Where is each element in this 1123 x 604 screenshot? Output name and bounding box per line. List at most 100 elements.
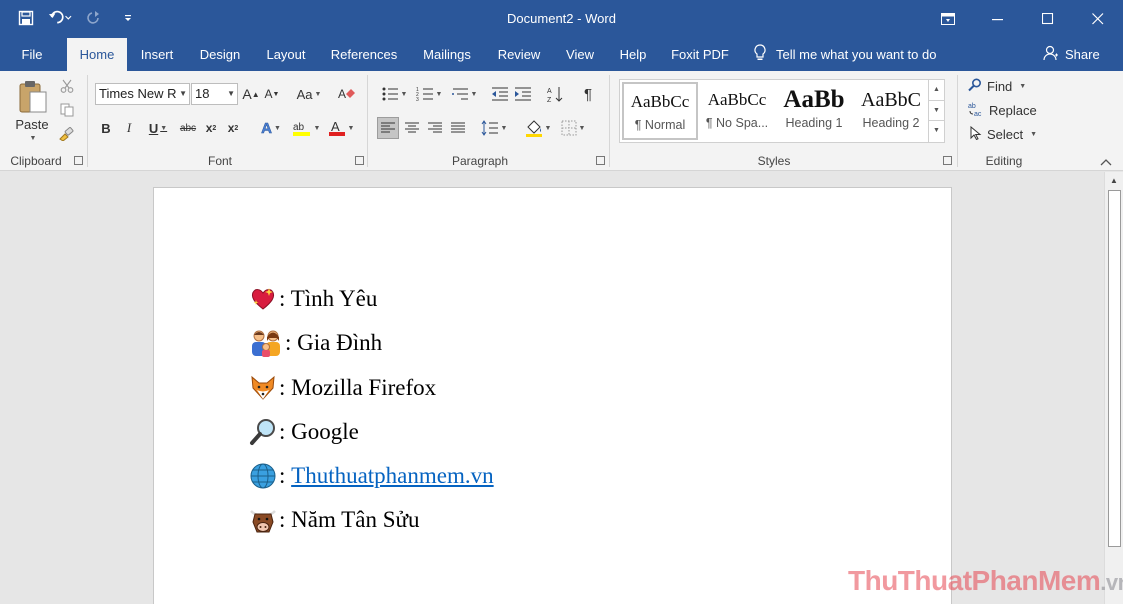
font-size-value: 18 — [195, 86, 210, 101]
find-icon — [968, 77, 982, 95]
gallery-scroll-up-icon[interactable]: ▲ — [929, 80, 944, 101]
share-label: Share — [1065, 47, 1100, 62]
paste-icon[interactable] — [12, 77, 52, 117]
gallery-scroll-down-icon[interactable]: ▼ — [929, 101, 944, 122]
line-separator: : — [279, 463, 292, 488]
svg-text:ac: ac — [974, 111, 982, 116]
family-emoji — [249, 329, 283, 357]
document-page[interactable]: : Tình Yêu : Gia Đình : Mozilla Firefox … — [153, 187, 952, 604]
tab-view[interactable]: View — [558, 38, 602, 71]
style-heading-1[interactable]: AaBb Heading 1 — [776, 82, 852, 140]
vertical-scrollbar[interactable]: ▲ — [1104, 172, 1123, 604]
fox-face-emoji — [249, 374, 277, 402]
tab-file[interactable]: File — [10, 38, 54, 71]
tab-help[interactable]: Help — [612, 38, 654, 71]
borders-icon[interactable]: ▼ — [557, 117, 589, 139]
style-no-spacing-sample: AaBbCc — [707, 90, 767, 109]
cut-icon[interactable] — [57, 77, 77, 95]
clipboard-dialog-launcher-icon[interactable] — [74, 156, 83, 165]
change-case-icon[interactable]: Aa ▼ — [294, 83, 324, 105]
strikethrough-icon[interactable]: abc — [178, 117, 198, 139]
tab-insert[interactable]: Insert — [131, 38, 183, 71]
font-size-combo[interactable]: 18 ▼ — [191, 83, 238, 105]
close-icon[interactable] — [1073, 0, 1123, 38]
ox-face-emoji — [249, 506, 277, 534]
font-group-label: Font — [207, 154, 232, 168]
text-effects-icon[interactable]: A ▼ — [256, 117, 286, 139]
collapse-ribbon-icon[interactable] — [1097, 155, 1115, 169]
group-separator — [87, 75, 88, 167]
ribbon-display-options-icon[interactable] — [923, 0, 973, 38]
maximize-icon[interactable] — [1023, 0, 1073, 38]
scroll-up-icon[interactable]: ▲ — [1105, 172, 1123, 189]
scrollbar-thumb[interactable] — [1108, 190, 1121, 547]
gallery-more-icon[interactable]: ▼ — [929, 121, 944, 142]
align-right-icon[interactable] — [424, 117, 446, 139]
magnifying-glass-emoji — [249, 418, 277, 446]
find-button[interactable]: Find ▼ — [968, 77, 1034, 95]
line-spacing-icon[interactable]: ▼ — [478, 117, 510, 139]
show-formatting-marks-icon[interactable]: ¶ — [578, 83, 598, 105]
font-name-dropdown-icon[interactable]: ▼ — [179, 84, 187, 104]
clipboard-group-label: Clipboard — [10, 154, 62, 168]
line-text: Năm Tân Sửu — [285, 507, 420, 532]
sort-icon[interactable]: AZ — [545, 83, 567, 105]
document-line: : Google — [249, 417, 359, 447]
increase-indent-icon[interactable] — [513, 83, 533, 105]
paragraph-dialog-launcher-icon[interactable] — [596, 156, 605, 165]
italic-icon[interactable]: I — [120, 117, 138, 139]
tab-home[interactable]: Home — [67, 38, 127, 71]
watermark: ThuThuatPhanMem.vn — [848, 565, 1123, 597]
paste-dropdown-icon[interactable]: ▼ — [26, 133, 38, 143]
tell-me-box[interactable]: Tell me what you want to do — [754, 38, 936, 71]
text-highlight-color-icon[interactable]: ab ▼ — [290, 117, 322, 139]
svg-text:A: A — [547, 88, 552, 95]
align-center-icon[interactable] — [401, 117, 423, 139]
tab-layout[interactable]: Layout — [258, 38, 314, 71]
tab-review[interactable]: Review — [491, 38, 547, 71]
style-heading-2[interactable]: AaBbC Heading 2 — [853, 82, 929, 140]
select-button[interactable]: Select ▼ — [970, 125, 1040, 143]
font-name-combo[interactable]: Times New R ▼ — [95, 83, 190, 105]
font-size-dropdown-icon[interactable]: ▼ — [227, 84, 235, 104]
align-left-icon[interactable] — [377, 117, 399, 139]
shrink-font-icon[interactable]: A ▼ — [263, 83, 281, 105]
document-name: Document2 — [507, 11, 574, 26]
decrease-indent-icon[interactable] — [490, 83, 510, 105]
bold-icon[interactable]: B — [97, 117, 115, 139]
replace-button[interactable]: ab ac Replace — [968, 101, 1040, 119]
tab-mailings[interactable]: Mailings — [414, 38, 480, 71]
minimize-icon[interactable] — [973, 0, 1023, 38]
copy-icon[interactable] — [57, 101, 77, 119]
superscript-icon[interactable]: x2 — [224, 117, 242, 139]
document-area: : Tình Yêu : Gia Đình : Mozilla Firefox … — [0, 172, 1104, 604]
share-button[interactable]: Share — [1043, 38, 1100, 71]
underline-icon[interactable]: U ▼ — [143, 117, 173, 139]
select-cursor-icon — [970, 125, 982, 143]
bullets-icon[interactable]: ▼ — [378, 83, 410, 105]
justify-icon[interactable] — [447, 117, 469, 139]
style-no-spacing[interactable]: AaBbCc ¶ No Spa... — [699, 82, 775, 140]
clear-formatting-icon[interactable]: A — [337, 83, 357, 105]
style-heading-2-sample: AaBbC — [861, 89, 921, 111]
tab-foxit-pdf[interactable]: Foxit PDF — [666, 38, 734, 71]
styles-dialog-launcher-icon[interactable] — [943, 156, 952, 165]
grow-font-icon[interactable]: A ▲ — [242, 83, 260, 105]
ribbon-tab-bar: File Home Insert Design Layout Reference… — [0, 38, 1123, 71]
tab-design[interactable]: Design — [192, 38, 248, 71]
tab-references[interactable]: References — [325, 38, 403, 71]
style-no-spacing-name: ¶ No Spa... — [705, 116, 769, 130]
line-text: Google — [285, 419, 359, 444]
website-link[interactable]: Thuthuatphanmem.vn — [291, 463, 494, 489]
paste-label[interactable]: Paste — [10, 115, 54, 133]
numbering-icon[interactable]: 1 2 3 ▼ — [413, 83, 445, 105]
font-dialog-launcher-icon[interactable] — [355, 156, 364, 165]
document-line: : Mozilla Firefox — [249, 373, 436, 403]
font-color-icon[interactable]: A ▼ — [325, 117, 357, 139]
person-icon — [1043, 45, 1059, 64]
style-normal[interactable]: AaBbCc ¶ Normal — [622, 82, 698, 140]
multilevel-list-icon[interactable]: ▼ — [448, 83, 480, 105]
format-painter-icon[interactable] — [57, 125, 77, 143]
subscript-icon[interactable]: x2 — [202, 117, 220, 139]
shading-icon[interactable]: ▼ — [522, 117, 554, 139]
